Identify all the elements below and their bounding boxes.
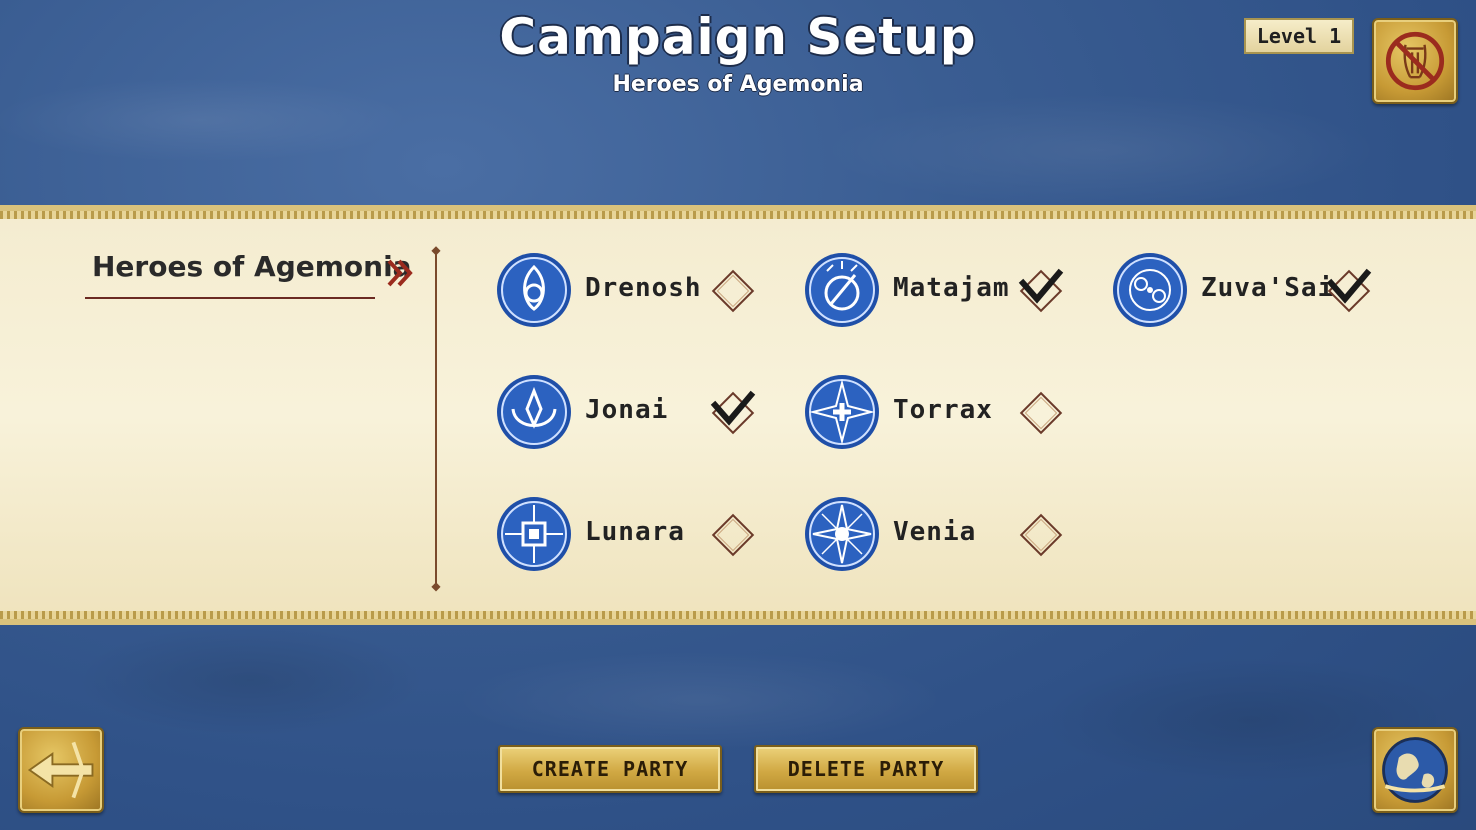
hero-matajam-emblem-icon	[805, 253, 879, 327]
hero-venia-emblem-icon	[805, 497, 879, 571]
hero-jonai-emblem-icon	[497, 375, 571, 449]
hero-zuvasai-emblem-icon	[1113, 253, 1187, 327]
music-muted-icon	[1385, 31, 1445, 91]
hero-drenosh-emblem-icon	[497, 253, 571, 327]
music-toggle-button[interactable]	[1372, 18, 1458, 104]
hero-select-checkbox[interactable]	[1015, 509, 1067, 561]
chevron-right-icon[interactable]	[386, 256, 416, 290]
hero-lunara-emblem-icon	[497, 497, 571, 571]
hero-select-checkbox[interactable]	[707, 265, 759, 317]
hero-select-checkbox[interactable]	[1323, 265, 1375, 317]
world-map-icon	[1382, 737, 1448, 803]
create-party-button[interactable]: CREATE PARTY	[498, 745, 722, 793]
hero-name: Zuva'Sai	[1201, 273, 1335, 303]
page-subtitle: Heroes of Agemonia	[612, 72, 864, 97]
hero-select-checkbox[interactable]	[707, 509, 759, 561]
hero-name: Jonai	[585, 395, 669, 425]
divider-top-ornament: ◆	[431, 243, 441, 257]
hero-name: Lunara	[585, 517, 685, 547]
hero-name: Torrax	[893, 395, 993, 425]
campaign-name[interactable]: Heroes of Agemonia	[92, 250, 412, 283]
hero-select-checkbox[interactable]	[1015, 387, 1067, 439]
campaign-underline	[85, 297, 375, 299]
hero-select-checkbox[interactable]	[1015, 265, 1067, 317]
back-button[interactable]	[18, 727, 104, 813]
vertical-divider	[435, 248, 437, 590]
hero-select-checkbox[interactable]	[707, 387, 759, 439]
level-badge: Level 1	[1244, 18, 1354, 54]
hero-name: Matajam	[893, 273, 1010, 303]
hero-name: Venia	[893, 517, 977, 547]
back-arrow-icon	[27, 741, 94, 799]
world-map-button[interactable]	[1372, 727, 1458, 813]
hero-torrax-emblem-icon	[805, 375, 879, 449]
delete-party-button[interactable]: DELETE PARTY	[754, 745, 978, 793]
hero-name: Drenosh	[585, 273, 702, 303]
divider-bottom-ornament: ◆	[431, 579, 441, 593]
